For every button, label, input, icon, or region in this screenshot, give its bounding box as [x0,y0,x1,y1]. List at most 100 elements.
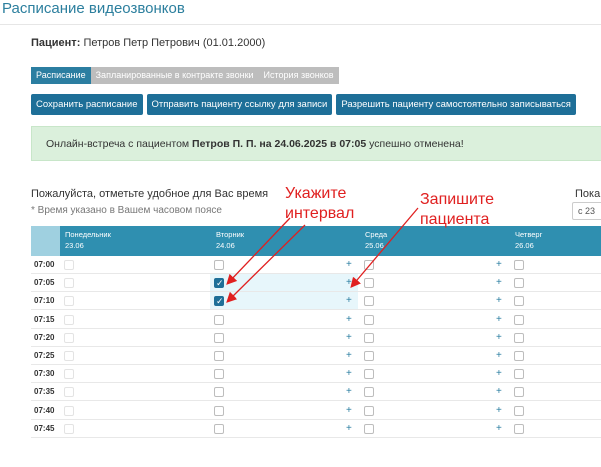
selected-slot-highlight [210,292,358,310]
add-patient-plus-icon[interactable]: + [496,387,502,397]
timezone-note: * Время указано в Вашем часовом поясе [31,205,222,216]
selected-slot-highlight [210,274,358,292]
tab-planned-calls[interactable]: Запланированные в контракте звонки [90,67,259,84]
slot-checkbox-tuesday[interactable] [214,260,224,270]
slot-checkbox-tuesday[interactable] [214,369,224,380]
slot-checkbox-wednesday[interactable] [364,387,374,398]
patient-label: Пациент: [31,37,81,49]
title-divider [0,24,601,25]
slot-checkbox-thursday[interactable] [514,296,524,307]
time-label: 07:15 [34,314,55,324]
slot-checkbox-wednesday[interactable] [364,369,374,380]
time-label: 07:20 [34,332,55,342]
success-alert: Онлайн-встреча с пациентом Петров П. П. … [31,126,601,161]
time-label: 07:10 [34,296,55,306]
add-patient-plus-icon[interactable]: + [346,332,352,343]
save-schedule-button[interactable]: Сохранить расписание [31,94,143,115]
slot-checkbox-thursday[interactable] [514,405,524,416]
tab-call-history[interactable]: История звонков [258,67,339,84]
add-patient-plus-icon[interactable]: + [346,314,352,325]
add-patient-plus-icon[interactable]: + [346,369,352,379]
slot-checkbox-tuesday[interactable] [214,332,224,343]
time-label: 07:25 [34,351,55,360]
day-header-thursday: Четверг 26.06 [515,230,543,250]
slot-checkbox-thursday[interactable] [514,260,524,270]
slot-checkbox-thursday[interactable] [514,423,524,434]
select-time-prompt: Пожалуйста, отметьте удобное для Вас вре… [31,188,269,200]
show-period-select[interactable]: с 23 [572,202,601,220]
add-patient-plus-icon[interactable]: + [346,423,352,434]
page-title: Расписание видеозвонков [2,0,185,17]
slot-checkbox-thursday[interactable] [514,332,524,343]
time-label: 07:30 [34,369,55,379]
time-label: 07:35 [34,387,55,397]
slot-checkbox-tuesday[interactable] [214,314,224,325]
allow-self-booking-button[interactable]: Разрешить пациенту самостоятельно записы… [336,94,576,115]
slot-checkbox-monday [64,296,74,307]
slot-checkbox-tuesday[interactable] [214,351,224,361]
add-patient-plus-icon[interactable]: + [496,314,502,325]
action-buttons: Сохранить расписание Отправить пациенту … [31,94,576,115]
slot-checkbox-tuesday[interactable] [214,405,224,416]
add-patient-plus-icon[interactable]: + [496,296,502,306]
slot-checkbox-wednesday[interactable] [364,332,374,343]
add-patient-plus-icon[interactable]: + [496,423,502,434]
add-patient-plus-icon[interactable]: + [346,387,352,397]
slot-checkbox-wednesday[interactable] [364,351,374,361]
slot-checkbox-tuesday[interactable] [214,278,224,289]
day-header-wednesday: Среда 25.06 [365,230,388,250]
slot-checkbox-monday [64,369,74,380]
slot-checkbox-monday [64,405,74,416]
slot-checkbox-wednesday[interactable] [364,423,374,434]
add-patient-plus-icon[interactable]: + [496,369,502,379]
slot-checkbox-thursday[interactable] [514,369,524,380]
slot-checkbox-monday [64,314,74,325]
add-patient-plus-icon[interactable]: + [346,405,352,416]
slot-checkbox-thursday[interactable] [514,351,524,361]
tab-bar: Расписание Запланированные в контракте з… [31,67,339,84]
slot-checkbox-thursday[interactable] [514,387,524,398]
add-patient-plus-icon[interactable]: + [496,278,502,288]
add-patient-plus-icon[interactable]: + [496,405,502,416]
show-period-value: с 23 [578,206,596,216]
header-corner [31,226,60,256]
slot-checkbox-thursday[interactable] [514,314,524,325]
send-link-button[interactable]: Отправить пациенту ссылку для записи [146,94,333,115]
slot-checkbox-monday [64,260,74,270]
slot-checkbox-monday [64,332,74,343]
slot-checkbox-wednesday[interactable] [364,278,374,289]
add-patient-plus-icon[interactable]: + [346,260,352,270]
slot-checkbox-tuesday[interactable] [214,296,224,307]
annotation-interval: Укажите интервал [285,185,355,222]
slot-checkbox-tuesday[interactable] [214,387,224,398]
add-patient-plus-icon[interactable]: + [496,351,502,361]
alert-bold: Петров П. П. на 24.06.2025 в 07:05 [192,138,367,150]
slot-checkbox-monday [64,278,74,289]
slot-checkbox-monday [64,387,74,398]
slot-checkbox-wednesday[interactable] [364,405,374,416]
slot-checkbox-wednesday[interactable] [364,260,374,270]
annotation-record: Запишите пациента [420,191,494,228]
patient-value: Петров Петр Петрович (01.01.2000) [83,37,266,49]
alert-message: Онлайн-встреча с пациентом Петров П. П. … [46,138,464,150]
show-label: Пока [575,188,601,200]
slot-checkbox-wednesday[interactable] [364,314,374,325]
slot-checkbox-tuesday[interactable] [214,423,224,434]
time-label: 07:45 [34,423,55,433]
slot-checkbox-monday [64,423,74,434]
tab-schedule[interactable]: Расписание [31,67,91,84]
add-patient-plus-icon[interactable]: + [346,351,352,361]
day-header-tuesday: Вторник 24.06 [216,230,245,250]
slot-checkbox-monday [64,351,74,361]
add-patient-plus-icon[interactable]: + [346,278,352,288]
add-patient-plus-icon[interactable]: + [496,332,502,343]
day-header-monday: Понедельник 23.06 [65,230,111,250]
time-label: 07:40 [34,405,55,415]
slot-checkbox-wednesday[interactable] [364,296,374,307]
slot-checkbox-thursday[interactable] [514,278,524,289]
time-label: 07:00 [34,260,55,269]
add-patient-plus-icon[interactable]: + [346,296,352,306]
add-patient-plus-icon[interactable]: + [496,260,502,270]
time-label: 07:05 [34,278,55,288]
patient-info: Пациент: Петров Петр Петрович (01.01.200… [31,37,265,49]
